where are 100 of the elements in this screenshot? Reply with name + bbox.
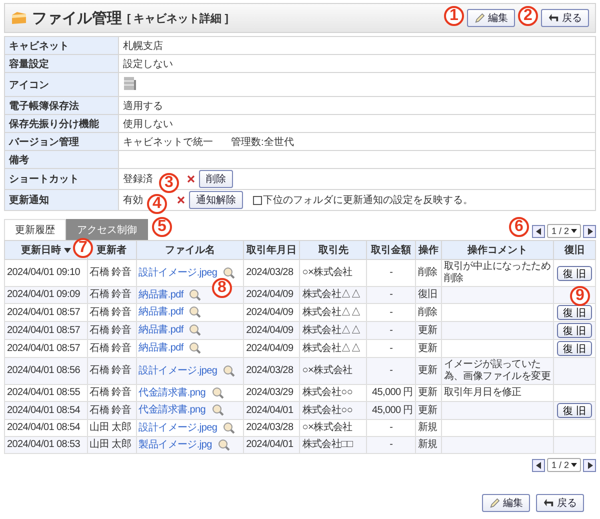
return-arrow-icon [548, 12, 559, 24]
edit-button[interactable]: 編集 [467, 9, 515, 27]
table-cell: 株式会社△△ [300, 340, 367, 358]
table-cell: 2024/04/09 [244, 340, 300, 358]
table-cell: 2024/03/28 [244, 420, 300, 436]
table-cell: 2024/04/01 08:57 [4, 340, 88, 358]
callout-number: 6 [509, 217, 529, 237]
column-header: 取引先 [318, 244, 348, 257]
preview-icon[interactable] [189, 342, 202, 354]
right-triangle-icon [586, 462, 592, 468]
restore-button[interactable]: 復 旧 [557, 403, 592, 418]
table-cell: 石橋 鈴音 [87, 340, 136, 358]
edit-button[interactable]: 編集 [482, 494, 530, 512]
column-header: ファイル名 [164, 244, 215, 257]
pencil-icon [474, 12, 485, 24]
restore-button[interactable]: 復 旧 [557, 323, 592, 338]
field-value: 設定しない [118, 54, 596, 72]
table-cell: - [366, 322, 416, 340]
table-cell: - [366, 340, 416, 358]
delete-button[interactable]: 削除 [199, 170, 233, 188]
next-page-button[interactable] [583, 224, 596, 238]
column-header: 更新者 [96, 243, 127, 257]
cabinet-icon [123, 76, 137, 90]
next-page-button[interactable] [583, 458, 596, 472]
callout-number: 4 [147, 194, 167, 214]
table-cell: 更新 [415, 340, 442, 358]
table-cell: 石橋 鈴音 [87, 358, 136, 384]
table-cell: - [366, 420, 416, 436]
back-button[interactable]: 戻る [541, 9, 589, 27]
field-label: 電子帳簿保存法 [4, 96, 118, 114]
column-header: 取引年月日 [246, 244, 297, 257]
table-cell: 2024/03/28 [244, 358, 300, 384]
table-cell: 石橋 鈴音 [87, 304, 136, 322]
table-cell: 2024/04/09 [244, 322, 300, 340]
preview-icon[interactable] [212, 386, 224, 399]
field-label: 備考 [4, 150, 118, 168]
table-cell: 2024/04/01 09:10 [4, 260, 88, 286]
table-cell: 石橋 鈴音 [87, 384, 136, 402]
page-title: ファイル管理 [32, 8, 122, 28]
table-cell: 2024/04/01 08:54 [4, 420, 88, 436]
column-header[interactable]: 更新日時 [20, 243, 61, 257]
preview-icon[interactable] [212, 404, 224, 416]
table-cell: 削除 [415, 304, 442, 322]
preview-icon[interactable] [189, 288, 202, 301]
table-cell: 2024/04/09 [244, 304, 300, 322]
table-cell: 取引が中止になったため削除 [441, 260, 554, 286]
table-cell: 更新 [415, 322, 442, 340]
table-cell: 復旧 [415, 286, 442, 304]
checkbox[interactable] [253, 196, 262, 204]
unsubscribe-button[interactable]: 通知解除 [189, 191, 243, 209]
field-value: 札幌支店 [118, 36, 596, 54]
table-cell: - [366, 304, 416, 322]
page-select[interactable]: 1 / 2 [547, 458, 581, 472]
table-cell: 株式会社△△ [300, 286, 367, 304]
left-triangle-icon [536, 462, 542, 468]
callout-number: 3 [159, 173, 179, 193]
table-cell: 2024/04/01 08:56 [4, 358, 88, 384]
table-cell: ○×株式会社 [300, 260, 367, 286]
table-cell: 2024/04/01 08:57 [4, 304, 88, 322]
back-button[interactable]: 戻る [536, 494, 584, 512]
table-cell: 石橋 鈴音 [87, 322, 136, 340]
table-cell: 株式会社○○ [300, 384, 367, 402]
preview-icon[interactable] [223, 422, 236, 434]
table-cell: 2024/03/29 [244, 384, 300, 402]
table-cell: 石橋 鈴音 [87, 260, 136, 286]
table-cell: - [366, 358, 416, 384]
table-cell: 石橋 鈴音 [87, 402, 136, 420]
preview-icon[interactable] [189, 306, 202, 318]
field-label: ショートカット [4, 168, 118, 190]
table-cell: 45,000 円 [366, 384, 416, 402]
table-cell: 2024/04/01 [244, 402, 300, 420]
table-cell: 2024/04/01 09:09 [4, 286, 88, 304]
table-cell: ○×株式会社 [300, 420, 367, 436]
field-value: 適用する [118, 96, 596, 114]
preview-icon[interactable] [223, 266, 236, 279]
table-cell: 2024/04/01 08:54 [4, 402, 88, 420]
table-cell: 石橋 鈴音 [87, 286, 136, 304]
table-cell: - [366, 260, 416, 286]
restore-button[interactable]: 復 旧 [557, 266, 592, 280]
page-subtitle: [ キャビネット詳細 ] [127, 12, 228, 26]
field-value: キャビネットで統一 [123, 136, 213, 148]
page-select[interactable]: 1 / 2 [547, 224, 581, 238]
field-value: 管理数:全世代 [231, 136, 294, 148]
field-label: 保存先振り分け機能 [4, 114, 118, 132]
previous-page-button[interactable] [532, 458, 546, 472]
table-cell: 2024/03/28 [244, 260, 300, 286]
tab[interactable]: 更新履歴 [4, 219, 66, 240]
restore-button[interactable]: 復 旧 [557, 341, 592, 356]
table-cell: 新規 [415, 420, 442, 436]
field-label: バージョン管理 [4, 132, 118, 150]
table-cell: 株式会社○○ [300, 402, 367, 420]
table-cell: 株式会社△△ [300, 304, 367, 322]
table-cell: 45,000 円 [366, 402, 416, 420]
table-cell: 更新 [415, 358, 442, 384]
preview-icon[interactable] [189, 324, 202, 336]
restore-button[interactable]: 復 旧 [557, 305, 592, 320]
previous-page-button[interactable] [532, 224, 546, 238]
preview-icon[interactable] [223, 364, 236, 377]
field-label: アイコン [4, 72, 118, 96]
preview-icon[interactable] [218, 438, 230, 451]
